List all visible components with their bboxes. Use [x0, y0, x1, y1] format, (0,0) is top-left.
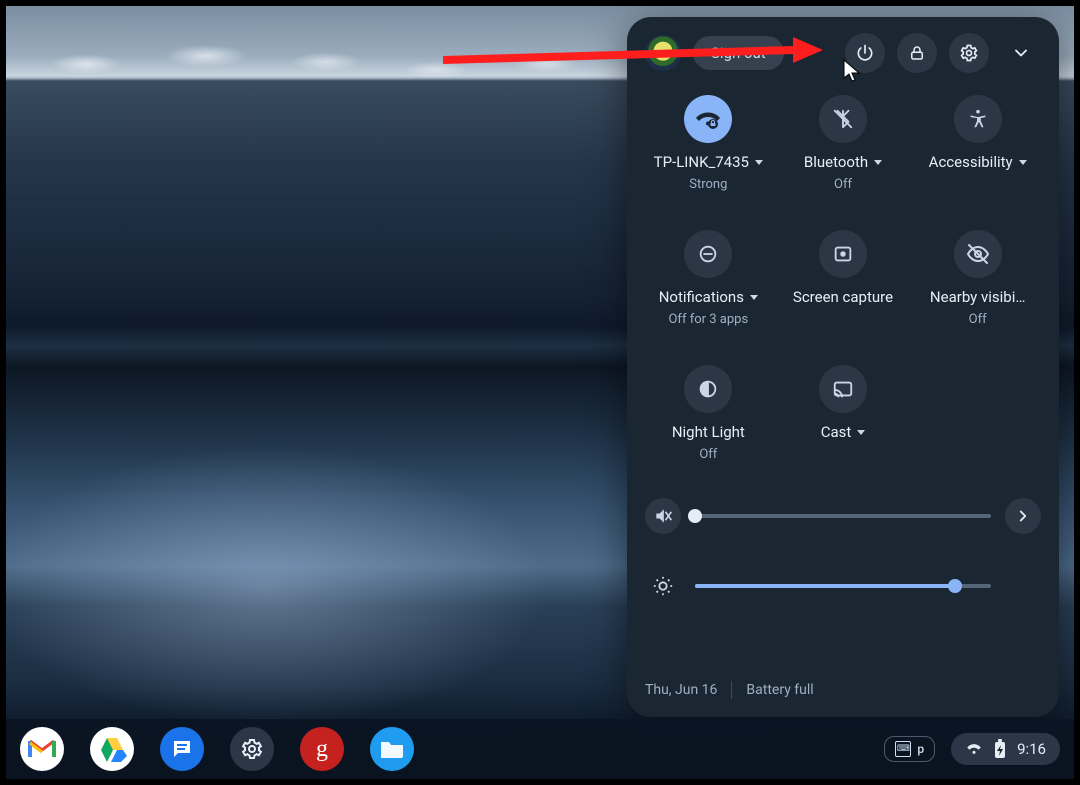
panel-date: Thu, Jun 16	[645, 682, 717, 698]
power-button[interactable]	[845, 33, 885, 73]
folder-icon	[379, 738, 405, 760]
sign-out-button[interactable]: Sign out	[693, 36, 784, 70]
cast-tile[interactable]: Cast	[780, 365, 907, 462]
screen-capture-button[interactable]	[819, 230, 867, 278]
night-light-tile[interactable]: Night Light Off	[645, 365, 772, 462]
notifications-toggle[interactable]	[684, 230, 732, 278]
sliders-area	[645, 498, 1041, 604]
wifi-status: Strong	[689, 177, 727, 192]
screen-capture-label: Screen capture	[793, 288, 893, 306]
ime-badge[interactable]: ⌨ p	[884, 736, 935, 762]
wifi-icon	[965, 740, 983, 758]
app-drive[interactable]	[90, 727, 134, 771]
notifications-tile[interactable]: Notifications Off for 3 apps	[645, 230, 772, 327]
quick-settings-panel: Sign out TP-LINK_7435 Strong	[627, 17, 1059, 717]
battery-icon	[993, 739, 1007, 759]
shelf-apps: g	[20, 727, 414, 771]
lock-button[interactable]	[897, 33, 937, 73]
lock-icon	[908, 44, 926, 62]
chevron-down-icon	[1011, 43, 1031, 63]
screen-capture-icon	[832, 243, 854, 265]
caret-icon	[1019, 160, 1027, 165]
nearby-visibility-toggle[interactable]	[954, 230, 1002, 278]
quick-settings-grid: TP-LINK_7435 Strong Bluetooth Off Access…	[645, 95, 1041, 462]
nearby-visibility-label: Nearby visibi…	[930, 288, 1025, 306]
chevron-right-icon	[1014, 507, 1032, 525]
bluetooth-status: Off	[834, 177, 852, 192]
audio-settings-button[interactable]	[1005, 498, 1041, 534]
volume-row	[645, 498, 1041, 534]
app-gmail[interactable]	[20, 727, 64, 771]
caret-icon	[755, 160, 763, 165]
volume-mute-icon	[653, 506, 673, 526]
keyboard-square-icon: ⌨	[895, 741, 911, 757]
screen-capture-tile[interactable]: Screen capture	[780, 230, 907, 327]
settings-button[interactable]	[949, 33, 989, 73]
messages-icon	[170, 737, 194, 761]
notifications-status: Off for 3 apps	[668, 312, 748, 327]
nearby-visibility-status: Off	[969, 312, 987, 327]
bluetooth-off-icon	[832, 108, 854, 130]
app-g-red[interactable]: g	[300, 727, 344, 771]
brightness-slider[interactable]	[695, 584, 991, 588]
night-light-label: Night Light	[672, 423, 745, 441]
volume-mute-button[interactable]	[645, 498, 681, 534]
panel-top-row: Sign out	[645, 33, 1041, 73]
app-settings[interactable]	[230, 727, 274, 771]
app-messages[interactable]	[160, 727, 204, 771]
visibility-off-icon	[966, 242, 990, 266]
accessibility-label: Accessibility	[929, 153, 1013, 171]
battery-status-text: Battery full	[746, 682, 813, 698]
cast-label: Cast	[821, 423, 852, 441]
accessibility-toggle[interactable]	[954, 95, 1002, 143]
night-light-icon	[697, 378, 719, 400]
app-files[interactable]	[370, 727, 414, 771]
brightness-row	[645, 568, 1041, 604]
brightness-icon-wrap	[645, 568, 681, 604]
accessibility-icon	[967, 108, 989, 130]
bluetooth-tile[interactable]: Bluetooth Off	[780, 95, 907, 192]
night-light-toggle[interactable]	[684, 365, 732, 413]
notifications-label: Notifications	[659, 288, 744, 306]
drive-icon	[97, 736, 127, 762]
caret-icon	[874, 160, 882, 165]
caret-icon	[857, 430, 865, 435]
wifi-icon	[696, 107, 720, 131]
gmail-icon	[28, 738, 56, 760]
user-avatar[interactable]	[645, 35, 681, 71]
clock-text: 9:16	[1017, 740, 1046, 758]
bluetooth-toggle[interactable]	[819, 95, 867, 143]
nearby-visibility-tile[interactable]: Nearby visibi… Off	[914, 230, 1041, 327]
footer-divider	[731, 681, 732, 699]
brightness-icon	[652, 575, 674, 597]
wifi-tile[interactable]: TP-LINK_7435 Strong	[645, 95, 772, 192]
caret-icon	[750, 295, 758, 300]
bluetooth-label: Bluetooth	[804, 153, 868, 171]
power-icon	[855, 43, 875, 63]
gear-icon	[240, 737, 264, 761]
night-light-status: Off	[699, 447, 717, 462]
wifi-label: TP-LINK_7435	[654, 153, 749, 171]
wifi-toggle[interactable]	[684, 95, 732, 143]
cast-button[interactable]	[819, 365, 867, 413]
panel-footer: Thu, Jun 16 Battery full	[645, 659, 1041, 699]
status-area[interactable]: 9:16	[951, 733, 1060, 765]
collapse-button[interactable]	[1001, 33, 1041, 73]
cast-icon	[832, 378, 854, 400]
shelf-tray: ⌨ p 9:16	[884, 733, 1060, 765]
gear-icon	[959, 43, 979, 63]
accessibility-tile[interactable]: Accessibility	[914, 95, 1041, 192]
do-not-disturb-icon	[697, 243, 719, 265]
shelf: g ⌨ p 9:16	[6, 719, 1074, 779]
volume-slider[interactable]	[695, 514, 991, 518]
ime-badge-text: p	[917, 742, 924, 756]
